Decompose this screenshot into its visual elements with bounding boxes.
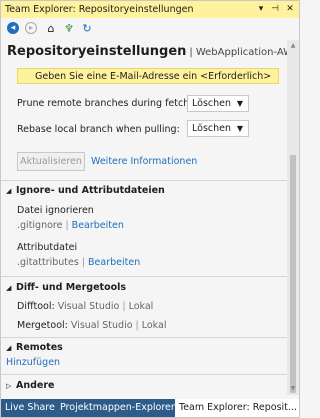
scrollbar-thumb[interactable] [290, 155, 296, 393]
difftool-row: Difftool: Visual Studio | Lokal [17, 301, 153, 312]
chevron-down-icon: ▼ [236, 124, 243, 133]
mergetool-label: Mergetool: [17, 320, 68, 331]
edit-gitignore-link[interactable]: Bearbeiten [72, 220, 124, 231]
difftool-local[interactable]: Lokal [129, 301, 154, 312]
section-divider [1, 337, 287, 338]
rebase-label: Rebase local branch when pulling: [17, 124, 180, 135]
attr-file-row: .gitattributes | Bearbeiten [17, 257, 140, 268]
gitignore-path: .gitignore [17, 220, 63, 231]
repo-name: WebApplication-AWS [195, 47, 287, 58]
add-remote-link[interactable]: Hinzufügen [6, 357, 60, 368]
scroll-up-icon[interactable]: ▲ [289, 42, 297, 49]
path-separator: | [81, 257, 86, 268]
prune-label: Prune remote branches during fetch: [17, 98, 193, 109]
window-title: Team Explorer: Repositoryeinstellungen [5, 4, 194, 15]
diff-section-header[interactable]: ◢ Diff- und Mergetools [6, 282, 126, 293]
prune-value: Löschen [192, 98, 231, 109]
settings-panel: Repositoryeinstellungen | WebApplication… [1, 40, 287, 395]
collapse-triangle-icon: ◢ [6, 187, 12, 195]
prune-select[interactable]: Löschen ▼ [187, 95, 249, 112]
remotes-section-header[interactable]: ◢ Remotes [6, 342, 63, 353]
toolbar: ◂ ▸ ⌂ ♆ ↻ [1, 18, 287, 40]
tab-team-explorer[interactable]: Team Explorer: Reposit... [175, 399, 299, 417]
pin-icon[interactable]: ⊣ [268, 2, 282, 16]
expand-triangle-icon: ▷ [6, 382, 12, 390]
other-section-title: Andere [16, 380, 55, 391]
section-divider [1, 276, 287, 277]
warning-text: Geben Sie eine E-Mail-Adresse ein <Erfor… [35, 71, 272, 82]
remotes-section-title: Remotes [16, 342, 63, 353]
dropdown-arrow-icon[interactable]: ▾ [254, 2, 268, 16]
mergetool-visual-studio[interactable]: Visual Studio [71, 320, 133, 331]
vertical-scrollbar[interactable]: ▲ ▼ [287, 40, 299, 395]
mergetool-row: Mergetool: Visual Studio | Lokal [17, 320, 166, 331]
update-button[interactable]: Aktualisieren [17, 152, 85, 171]
option-separator: | [135, 320, 139, 331]
ignore-file-label: Datei ignorieren [17, 205, 94, 216]
ignore-file-row: .gitignore | Bearbeiten [17, 220, 124, 231]
close-icon[interactable]: ✕ [283, 2, 297, 16]
other-section-header[interactable]: ▷ Andere [6, 380, 55, 391]
home-icon[interactable]: ⌂ [43, 21, 59, 37]
back-button[interactable]: ◂ [5, 21, 21, 37]
attr-file-label: Attributdatei [17, 242, 78, 253]
bottom-tab-bar: Live Share Projektmappen-Explorer Team E… [1, 399, 299, 417]
page-title: Repositoryeinstellungen [7, 44, 187, 59]
path-separator: | [65, 220, 69, 231]
difftool-label: Difftool: [17, 301, 55, 312]
chevron-down-icon: ▼ [236, 99, 243, 108]
section-divider [1, 374, 287, 375]
page-header: Repositoryeinstellungen | WebApplication… [7, 44, 287, 59]
gitattributes-path: .gitattributes [17, 257, 79, 268]
ignore-section-title: Ignore- und Attributdateien [16, 185, 165, 196]
header-separator: | [189, 47, 193, 58]
tab-live-share[interactable]: Live Share [1, 399, 56, 417]
refresh-icon[interactable]: ↻ [79, 21, 95, 37]
team-explorer-window: Team Explorer: Repositoryeinstellungen ▾… [0, 0, 300, 418]
rebase-select[interactable]: Löschen ▼ [187, 120, 249, 137]
title-bar: Team Explorer: Repositoryeinstellungen ▾… [1, 1, 299, 18]
plug-icon[interactable]: ♆ [61, 21, 77, 37]
collapse-triangle-icon: ◢ [6, 284, 12, 292]
tab-solution-explorer[interactable]: Projektmappen-Explorer [56, 399, 175, 417]
email-warning-banner[interactable]: Geben Sie eine E-Mail-Adresse ein <Erfor… [17, 68, 279, 84]
collapse-triangle-icon: ◢ [6, 344, 12, 352]
difftool-visual-studio[interactable]: Visual Studio [58, 301, 120, 312]
ignore-section-header[interactable]: ◢ Ignore- und Attributdateien [6, 185, 165, 196]
mergetool-local[interactable]: Lokal [142, 320, 167, 331]
section-divider [1, 180, 287, 181]
edit-gitattributes-link[interactable]: Bearbeiten [88, 257, 140, 268]
forward-button[interactable]: ▸ [23, 21, 39, 37]
rebase-value: Löschen [192, 123, 231, 134]
scroll-down-icon[interactable]: ▼ [289, 385, 297, 392]
option-separator: | [122, 301, 126, 312]
more-info-link[interactable]: Weitere Informationen [91, 156, 197, 167]
diff-section-title: Diff- und Mergetools [16, 282, 127, 293]
